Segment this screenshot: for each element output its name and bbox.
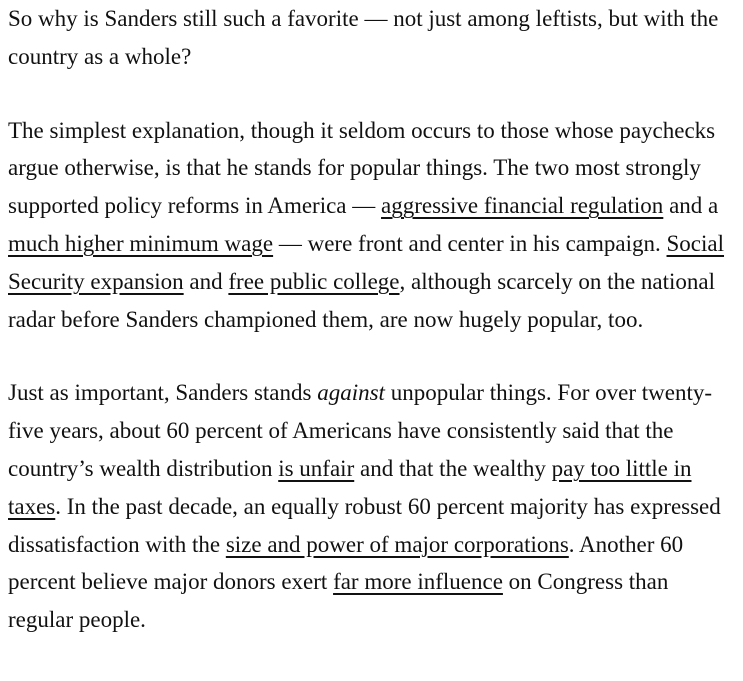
emphasis-against: against bbox=[317, 380, 385, 406]
paragraph-2-text-2: and a bbox=[663, 193, 719, 219]
paragraph-2-text-4: and bbox=[183, 268, 229, 294]
paragraph-3-text-3: and that the wealthy bbox=[354, 455, 552, 481]
link-is-unfair[interactable]: is unfair bbox=[278, 456, 354, 481]
paragraph-2-text-3: — were front and center in his campaign. bbox=[273, 230, 667, 256]
paragraph-3: Just as important, Sanders stands agains… bbox=[8, 374, 724, 639]
link-much-higher-minimum-wage[interactable]: much higher minimum wage bbox=[8, 231, 273, 256]
paragraph-2: The simplest explanation, though it seld… bbox=[8, 112, 724, 339]
link-far-more-influence[interactable]: far more influence bbox=[333, 569, 503, 594]
link-aggressive-financial-regulation[interactable]: aggressive financial regulation bbox=[381, 193, 663, 218]
link-free-public-college[interactable]: free public college bbox=[228, 269, 399, 294]
paragraph-3-text-1: Just as important, Sanders stands bbox=[8, 380, 318, 406]
paragraph-1-text: So why is Sanders still such a favorite … bbox=[8, 6, 719, 69]
article-body: So why is Sanders still such a favorite … bbox=[8, 0, 724, 639]
link-size-and-power-of-major-corporations[interactable]: size and power of major corporations bbox=[226, 532, 569, 557]
paragraph-1: So why is Sanders still such a favorite … bbox=[8, 0, 724, 76]
